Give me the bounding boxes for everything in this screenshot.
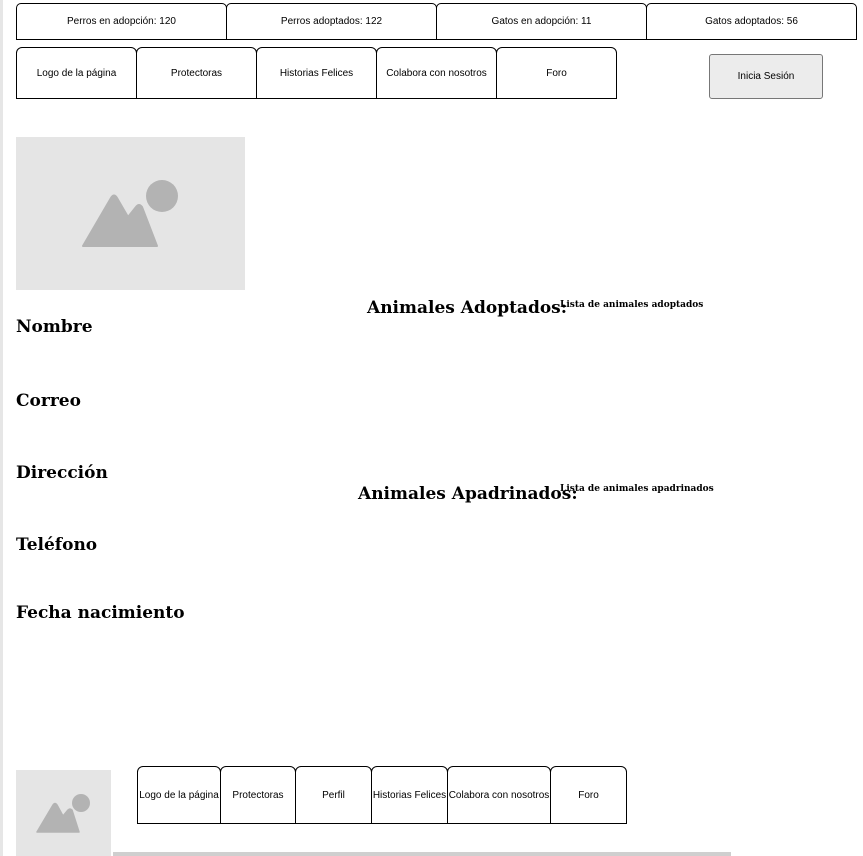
footer-nav-perfil[interactable]: Perfil [295, 766, 372, 824]
stat-gatos-adoptados: Gatos adoptados: 56 [646, 3, 857, 40]
footer-nav-foro[interactable]: Foro [550, 766, 627, 824]
field-telefono: Teléfono [16, 535, 98, 555]
profile-image [16, 137, 245, 290]
footer-nav-label: Protectoras [232, 789, 284, 801]
nav-item-label: Logo de la página [36, 67, 117, 79]
adopted-animals-list: Lista de animales adoptados [560, 300, 704, 310]
login-button-label: Inicia Sesión [737, 71, 795, 82]
stat-label: Perros adoptados: 122 [280, 16, 383, 27]
stat-perros-adoptados: Perros adoptados: 122 [226, 3, 437, 40]
nav-item-label: Historias Felices [279, 67, 354, 79]
stat-gatos-en-adopcion: Gatos en adopción: 11 [436, 3, 647, 40]
footer-nav-historias-felices[interactable]: Historias Felices [371, 766, 448, 824]
nav-item-protectoras[interactable]: Protectoras [136, 47, 257, 99]
field-fecha-nacimiento: Fecha nacimiento [16, 603, 185, 623]
horizontal-scrollbar[interactable] [113, 852, 731, 856]
nav-item-historias-felices[interactable]: Historias Felices [256, 47, 377, 99]
image-icon [36, 794, 90, 833]
nav-item-label: Colabora con nosotros [386, 67, 487, 79]
nav-logo[interactable]: Logo de la página [16, 47, 137, 99]
field-direccion: Dirección [16, 463, 108, 483]
footer-nav-label: Foro [578, 789, 599, 801]
footer-nav-label: Perfil [322, 789, 345, 801]
nav-item-label: Foro [546, 67, 567, 79]
footer-nav-label: Colabora con nosotros [448, 789, 550, 801]
sponsored-animals-title: Animales Apadrinados: [358, 484, 578, 504]
footer-nav-label: Logo de la página [139, 789, 219, 801]
footer-nav-label: Historias Felices [372, 789, 447, 801]
nav-item-foro[interactable]: Foro [496, 47, 617, 99]
image-icon [82, 180, 178, 247]
footer-nav-logo[interactable]: Logo de la página [137, 766, 221, 824]
nav-item-label: Protectoras [170, 67, 223, 79]
field-nombre: Nombre [16, 317, 93, 337]
footer-nav-protectoras[interactable]: Protectoras [220, 766, 296, 824]
stat-perros-en-adopcion: Perros en adopción: 120 [16, 3, 227, 40]
adopted-animals-title: Animales Adoptados: [367, 298, 568, 318]
page-left-edge [0, 0, 3, 856]
nav-item-colabora[interactable]: Colabora con nosotros [376, 47, 497, 99]
sponsored-animals-list: Lista de animales apadrinados [560, 484, 714, 494]
stat-label: Gatos adoptados: 56 [705, 16, 798, 27]
footer-logo-image [16, 770, 111, 856]
field-correo: Correo [16, 391, 81, 411]
footer-nav-colabora[interactable]: Colabora con nosotros [447, 766, 551, 824]
stat-label: Perros en adopción: 120 [67, 16, 176, 27]
stat-label: Gatos en adopción: 11 [491, 16, 592, 27]
login-button[interactable]: Inicia Sesión [709, 54, 823, 99]
